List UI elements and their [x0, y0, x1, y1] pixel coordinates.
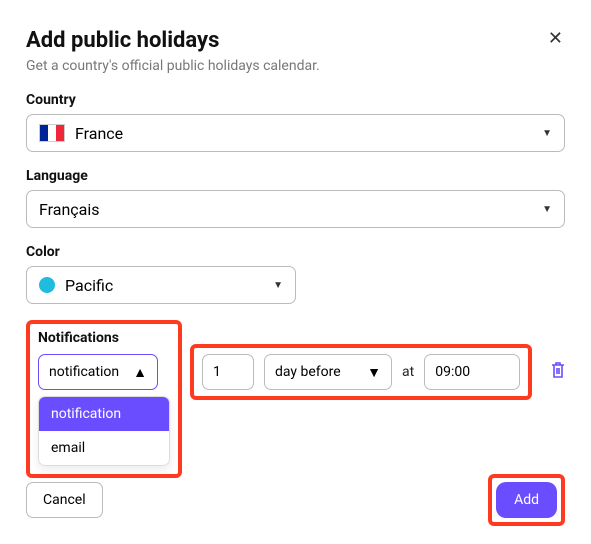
dropdown-option-email[interactable]: email	[39, 431, 169, 465]
chevron-up-icon: ▲	[133, 364, 147, 381]
language-select[interactable]: Français ▼	[26, 190, 565, 228]
chevron-down-icon: ▼	[542, 204, 552, 215]
trash-icon[interactable]	[550, 361, 566, 384]
notification-unit-select[interactable]: day before ▼	[264, 354, 392, 390]
notification-type-dropdown: notification email	[38, 396, 170, 466]
notification-time-input[interactable]	[424, 354, 520, 390]
notification-type-select[interactable]: notification ▲	[38, 354, 158, 390]
color-select[interactable]: Pacific ▼	[26, 266, 296, 304]
notification-amount-input[interactable]	[202, 354, 254, 390]
country-value: France	[75, 124, 123, 143]
add-button[interactable]: Add	[496, 482, 557, 518]
notification-type-value: notification	[49, 364, 119, 380]
language-label: Language	[26, 168, 565, 184]
country-label: Country	[26, 92, 565, 108]
notification-unit-value: day before	[275, 364, 341, 380]
chevron-down-icon: ▼	[367, 364, 381, 381]
color-label: Color	[26, 244, 565, 260]
country-select[interactable]: France ▼	[26, 114, 565, 152]
dialog-title: Add public holidays	[26, 28, 320, 53]
chevron-down-icon: ▼	[273, 280, 283, 291]
flag-france-icon	[39, 124, 65, 142]
color-swatch-icon	[39, 277, 55, 293]
at-label: at	[402, 364, 414, 380]
close-icon[interactable]: ✕	[546, 28, 565, 50]
cancel-button[interactable]: Cancel	[26, 482, 103, 518]
dialog-subtitle: Get a country's official public holidays…	[26, 58, 320, 74]
language-value: Français	[39, 200, 100, 219]
notifications-label: Notifications	[38, 330, 170, 346]
color-value: Pacific	[65, 276, 113, 295]
chevron-down-icon: ▼	[542, 128, 552, 139]
dropdown-option-notification[interactable]: notification	[39, 397, 169, 431]
